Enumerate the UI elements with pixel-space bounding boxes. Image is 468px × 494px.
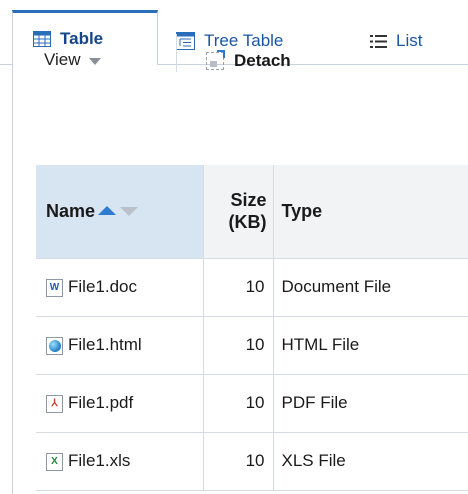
word-doc-icon: W (46, 278, 63, 297)
table-icon (33, 31, 51, 47)
view-menu-button[interactable]: View (44, 50, 101, 70)
column-header-size[interactable]: Size (KB) (203, 165, 274, 259)
cell-size: 10 (203, 432, 274, 491)
tab-list[interactable]: List (370, 14, 422, 68)
cell-type: PDF File (273, 374, 468, 433)
file-name: File1.html (68, 335, 142, 354)
cell-size: 10 (203, 258, 274, 317)
cell-name: File1.html (36, 316, 204, 375)
cell-type: HTML File (273, 316, 468, 375)
file-name: File1.xls (68, 451, 131, 470)
column-header-size-label: Size (230, 190, 267, 211)
detach-icon (206, 50, 225, 70)
table-row[interactable]: ⅄ File1.pdf 10 PDF File (36, 374, 468, 433)
detach-label: Detach (234, 51, 291, 70)
column-header-size-unit: (KB) (228, 212, 267, 233)
cell-name: W File1.doc (36, 258, 204, 317)
sort-ascending-icon[interactable] (98, 206, 117, 215)
file-table: Name Size (KB) Type W File1.doc 10 Docume… (36, 165, 468, 491)
tree-table-icon (176, 32, 195, 50)
toolbar-separator (176, 34, 177, 72)
file-name: File1.doc (68, 277, 137, 296)
cell-size: 10 (203, 374, 274, 433)
detach-button[interactable]: Detach (206, 50, 291, 71)
view-menu-label: View (44, 50, 81, 69)
table-row[interactable]: W File1.doc 10 Document File (36, 258, 468, 317)
column-header-type-label: Type (281, 200, 323, 221)
tab-tree-table-label: Tree Table (204, 31, 284, 50)
cell-name: ⅄ File1.pdf (36, 374, 204, 433)
column-header-name[interactable]: Name (36, 165, 204, 259)
sort-descending-icon[interactable] (120, 206, 139, 216)
table-header-row: Name Size (KB) Type (36, 165, 468, 259)
cell-name: X File1.xls (36, 432, 204, 491)
list-icon (370, 34, 387, 48)
pdf-icon: ⅄ (46, 394, 63, 413)
tab-list-label: List (396, 31, 423, 50)
cell-type: Document File (273, 258, 468, 317)
tab-table-label: Table (60, 29, 104, 48)
column-header-name-label: Name (46, 200, 96, 221)
table-row[interactable]: File1.html 10 HTML File (36, 316, 468, 375)
chevron-down-icon (88, 58, 101, 65)
toolbar (13, 64, 468, 136)
file-name: File1.pdf (68, 393, 134, 412)
excel-icon: X (46, 452, 63, 471)
cell-type: XLS File (273, 432, 468, 491)
column-header-type[interactable]: Type (273, 165, 468, 259)
table-row[interactable]: X File1.xls 10 XLS File (36, 432, 468, 491)
html-globe-icon (46, 336, 63, 355)
cell-size: 10 (203, 316, 274, 375)
